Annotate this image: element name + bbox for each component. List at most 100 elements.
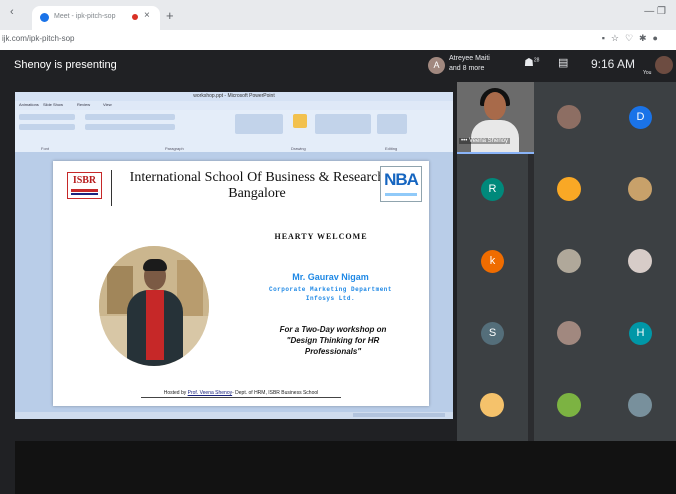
participant-count: 28 — [533, 57, 540, 64]
participant-tile[interactable] — [534, 82, 605, 154]
school-name-line2: Bangalore — [228, 186, 286, 201]
workshop-line: For a Two-Day workshop on — [279, 325, 387, 334]
participant-tile[interactable] — [605, 154, 676, 226]
font-controls — [19, 114, 75, 120]
participant-tile[interactable]: k — [457, 226, 528, 298]
you-label: You — [643, 70, 652, 76]
recording-icon — [132, 14, 138, 20]
ppt-slide-canvas: ISBR International School Of Business & … — [15, 152, 453, 412]
meet-favicon-icon — [40, 13, 49, 22]
participant-photo-avatar — [480, 393, 504, 417]
presenter-name-line2: and 8 more — [449, 65, 485, 72]
ppt-menu-item: Animations — [19, 102, 39, 107]
ppt-status-bar — [15, 412, 453, 419]
nba-logo: NBA — [380, 166, 422, 202]
presenting-label: Shenoy is presenting — [14, 59, 117, 71]
video-body — [471, 120, 519, 154]
address-bar[interactable]: ijk.com/ipk-pitch-sop ▪☆♡✱● — [0, 30, 676, 51]
participant-photo-avatar — [628, 249, 652, 273]
participant-photo-avatar — [557, 321, 581, 345]
nba-logo-text: NBA — [384, 170, 419, 189]
presenter-avatar: A — [428, 57, 445, 74]
quick-styles — [315, 114, 371, 134]
ribbon-group-label: Paragraph — [165, 146, 184, 151]
presenter-name-line1: Atreyee Maiti — [449, 55, 490, 62]
meet-main-area: workshop.ppt - Microsoft PowerPoint Anim… — [0, 82, 676, 494]
participant-tile[interactable] — [534, 298, 605, 370]
participants-button[interactable]: ☗28 — [524, 56, 539, 69]
participant-photo-avatar — [557, 249, 581, 273]
participant-tile[interactable] — [605, 226, 676, 298]
hosted-by: Hosted by Prof. Veena Shenoy- Dept. of H… — [141, 390, 341, 398]
guest-name: Mr. Gaurav Nigam — [292, 272, 369, 282]
back-icon[interactable]: ‹ — [10, 6, 14, 18]
paragraph-controls — [85, 124, 175, 130]
extensions-icons[interactable]: ▪☆♡✱● — [602, 33, 664, 44]
participant-tile[interactable]: S — [457, 298, 528, 370]
participant-letter-avatar: D — [629, 106, 652, 129]
participant-letter-avatar: H — [629, 322, 652, 345]
tab-title: Meet - ipk-pitch-sop — [54, 13, 116, 20]
ribbon-group-label: Editing — [385, 146, 398, 151]
chat-icon[interactable]: ▤ — [558, 56, 568, 69]
meet-bottom-bar — [15, 441, 676, 494]
participant-tile[interactable] — [457, 370, 528, 442]
participant-tile[interactable]: R — [457, 154, 528, 226]
meeting-clock: 9:16 AM — [591, 57, 636, 71]
workshop-description: For a Two-Day workshop on "Design Thinki… — [258, 324, 408, 357]
speaker-name-label: ••• Veena Shenoy — [459, 138, 511, 144]
participant-tile-veena[interactable]: ••• Veena Shenoy — [457, 82, 534, 154]
ppt-menu-bar: Animations Slide Show Review View — [15, 101, 453, 110]
participant-tile[interactable] — [605, 370, 676, 442]
participant-tile[interactable]: D — [605, 82, 676, 154]
new-tab-button[interactable]: + — [166, 8, 174, 23]
hosted-suffix: - Dept. of HRM, ISBR Business School — [232, 390, 319, 396]
header-divider — [111, 170, 112, 206]
participant-photo-avatar — [557, 105, 581, 129]
guest-photo — [99, 246, 209, 366]
school-name: International School Of Business & Resea… — [119, 170, 395, 202]
shared-screen: workshop.ppt - Microsoft PowerPoint Anim… — [15, 92, 453, 419]
participant-tile[interactable]: H — [605, 298, 676, 370]
participant-photo-avatar — [557, 393, 581, 417]
paragraph-controls — [85, 114, 175, 120]
ppt-menu-item: Slide Show — [43, 102, 64, 107]
video-face — [484, 92, 506, 120]
guest-affiliation: Corporate Marketing Department Infosys L… — [248, 285, 413, 303]
ppt-window-title: workshop.ppt - Microsoft PowerPoint — [15, 92, 453, 101]
window-restore-icon[interactable]: — ❐ — [644, 6, 666, 17]
host-name: Prof. Veena Shenoy — [187, 390, 233, 396]
people-icon: ☗ — [524, 57, 534, 69]
photo-hair — [143, 259, 167, 271]
ppt-menu-item: View — [103, 102, 112, 107]
hosted-prefix: Hosted by — [163, 390, 188, 396]
school-name-line1: International School Of Business & Resea… — [129, 170, 385, 185]
participant-tile[interactable] — [534, 226, 605, 298]
editing-controls — [377, 114, 407, 134]
welcome-heading: HEARTY WELCOME — [274, 232, 368, 241]
workshop-line: Professionals" — [304, 347, 362, 356]
browser-tab-meet[interactable]: Meet - ipk-pitch-sop × — [32, 6, 160, 30]
participant-photo-avatar — [557, 177, 581, 201]
browser-tab-strip: ‹ Meet - ipk-pitch-sop × + — ❐ — [0, 0, 676, 30]
font-controls — [19, 124, 75, 130]
participant-tile[interactable] — [534, 154, 605, 226]
participant-photo-avatar — [628, 393, 652, 417]
isbr-logo-bar — [71, 189, 98, 192]
arrange-icon — [293, 114, 307, 128]
participant-letter-avatar: R — [481, 178, 504, 201]
participant-tile[interactable] — [534, 370, 605, 442]
self-avatar[interactable] — [655, 56, 673, 74]
url-text[interactable]: ijk.com/ipk-pitch-sop — [2, 34, 74, 43]
ribbon-group-label: Font — [41, 146, 50, 151]
photo-shirt — [146, 290, 164, 360]
close-tab-icon[interactable]: × — [144, 10, 150, 21]
participant-letter-avatar: S — [481, 322, 504, 345]
zoom-slider — [353, 413, 445, 417]
participant-photo-avatar — [628, 177, 652, 201]
participant-grid: ••• Veena Shenoy D R k S H — [457, 82, 676, 442]
guest-company: Infosys Ltd. — [305, 295, 356, 302]
ppt-ribbon: Font Paragraph Drawing Editing — [15, 110, 453, 153]
nba-logo-bar — [385, 193, 417, 196]
participant-letter-avatar: k — [481, 250, 504, 273]
